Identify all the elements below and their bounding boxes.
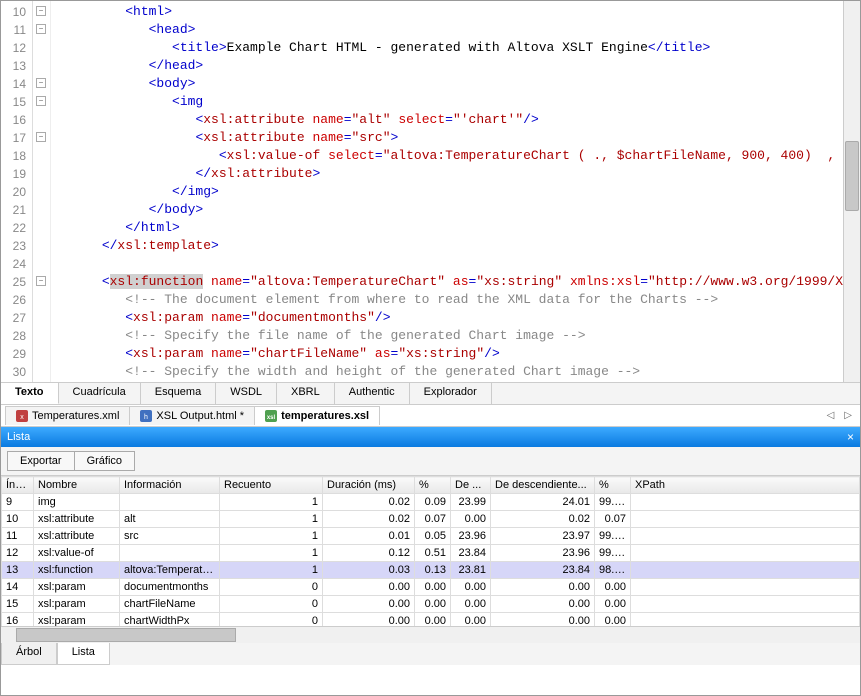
tab-cuadricula[interactable]: Cuadrícula — [59, 383, 141, 404]
prev-tab-icon[interactable]: ◁ — [823, 410, 839, 421]
fold-toggle-icon[interactable]: − — [36, 132, 46, 142]
tab-authentic[interactable]: Authentic — [335, 383, 410, 404]
col-recuento[interactable]: Recuento — [220, 477, 323, 494]
file-tab-nav: ◁ ▷ — [823, 410, 860, 421]
fold-toggle-icon[interactable]: − — [36, 78, 46, 88]
table-row[interactable]: 10xsl:attributealt10.020.070.000.020.07 — [2, 511, 860, 528]
col-de-desc[interactable]: De descendiente... — [491, 477, 595, 494]
table-header-row: Índice Nombre Información Recuento Durac… — [2, 477, 860, 494]
profiler-bottom-tabs: Árbol Lista — [1, 643, 860, 665]
code-editor: 1011121314151617181920212223242526272829… — [1, 1, 860, 383]
html-file-icon: h — [140, 410, 152, 422]
tab-texto[interactable]: Texto — [1, 383, 59, 404]
svg-text:h: h — [144, 414, 148, 421]
view-mode-tabs: Texto Cuadrícula Esquema WSDL XBRL Authe… — [1, 383, 860, 405]
vertical-scroll-thumb[interactable] — [845, 141, 859, 211]
fold-toggle-icon[interactable]: − — [36, 24, 46, 34]
table-row[interactable]: 13xsl:functionaltova:Temperatur...10.030… — [2, 562, 860, 579]
file-tab-temperatures-xsl[interactable]: xsl temperatures.xsl — [254, 406, 380, 425]
lista-title: Lista — [7, 431, 30, 443]
file-tabs: x Temperatures.xml h XSL Output.html * x… — [1, 405, 860, 427]
tab-wsdl[interactable]: WSDL — [216, 383, 277, 404]
file-tab-temperatures-xml[interactable]: x Temperatures.xml — [5, 406, 130, 425]
profiler-toolbar: Exportar Gráfico — [1, 447, 860, 476]
svg-text:x: x — [20, 414, 24, 421]
table-row[interactable]: 16xsl:paramchartWidthPx00.000.000.000.00… — [2, 613, 860, 627]
file-tab-label: temperatures.xsl — [281, 410, 369, 422]
col-xpath[interactable]: XPath — [631, 477, 860, 494]
tab-xbrl[interactable]: XBRL — [277, 383, 335, 404]
col-informacion[interactable]: Información — [120, 477, 220, 494]
table-row[interactable]: 9img10.020.0923.9924.0199.62 — [2, 494, 860, 511]
tab-esquema[interactable]: Esquema — [141, 383, 216, 404]
col-indice[interactable]: Índice — [2, 477, 34, 494]
tab-explorador[interactable]: Explorador — [410, 383, 492, 404]
fold-toggle-icon[interactable]: − — [36, 96, 46, 106]
tab-arbol[interactable]: Árbol — [1, 643, 57, 665]
profiler-table[interactable]: Índice Nombre Información Recuento Durac… — [1, 476, 860, 626]
horizontal-scroll-thumb[interactable] — [16, 628, 236, 642]
table-row[interactable]: 14xsl:paramdocumentmonths00.000.000.000.… — [2, 579, 860, 596]
table-row[interactable]: 12xsl:value-of10.120.5123.8423.9699.42 — [2, 545, 860, 562]
code-area[interactable]: <html> <head> <title>Example Chart HTML … — [51, 1, 843, 382]
col-de[interactable]: De ... — [451, 477, 491, 494]
vertical-scrollbar[interactable] — [843, 1, 860, 382]
table-row[interactable]: 11xsl:attributesrc10.010.0523.9623.9799.… — [2, 528, 860, 545]
close-icon[interactable]: × — [847, 430, 854, 444]
xsl-file-icon: xsl — [265, 410, 277, 422]
fold-column[interactable]: − − − − − − — [33, 1, 51, 382]
col-nombre[interactable]: Nombre — [34, 477, 120, 494]
lista-panel-header: Lista × — [1, 427, 860, 447]
next-tab-icon[interactable]: ▷ — [840, 410, 856, 421]
file-tab-xsl-output[interactable]: h XSL Output.html * — [129, 406, 255, 425]
col-pct[interactable]: % — [415, 477, 451, 494]
svg-text:xsl: xsl — [267, 415, 276, 421]
line-number-gutter: 1011121314151617181920212223242526272829… — [1, 1, 33, 382]
fold-toggle-icon[interactable]: − — [36, 6, 46, 16]
grafico-button[interactable]: Gráfico — [74, 451, 135, 471]
col-pct2[interactable]: % — [595, 477, 631, 494]
file-tab-label: XSL Output.html * — [156, 410, 244, 422]
profiler-table-wrap: Índice Nombre Información Recuento Durac… — [1, 476, 860, 626]
xml-file-icon: x — [16, 410, 28, 422]
horizontal-scrollbar[interactable] — [1, 626, 860, 643]
col-duracion[interactable]: Duración (ms) — [323, 477, 415, 494]
fold-toggle-icon[interactable]: − — [36, 276, 46, 286]
table-row[interactable]: 15xsl:paramchartFileName00.000.000.000.0… — [2, 596, 860, 613]
file-tab-label: Temperatures.xml — [32, 410, 119, 422]
tab-lista[interactable]: Lista — [57, 643, 110, 665]
exportar-button[interactable]: Exportar — [7, 451, 74, 471]
